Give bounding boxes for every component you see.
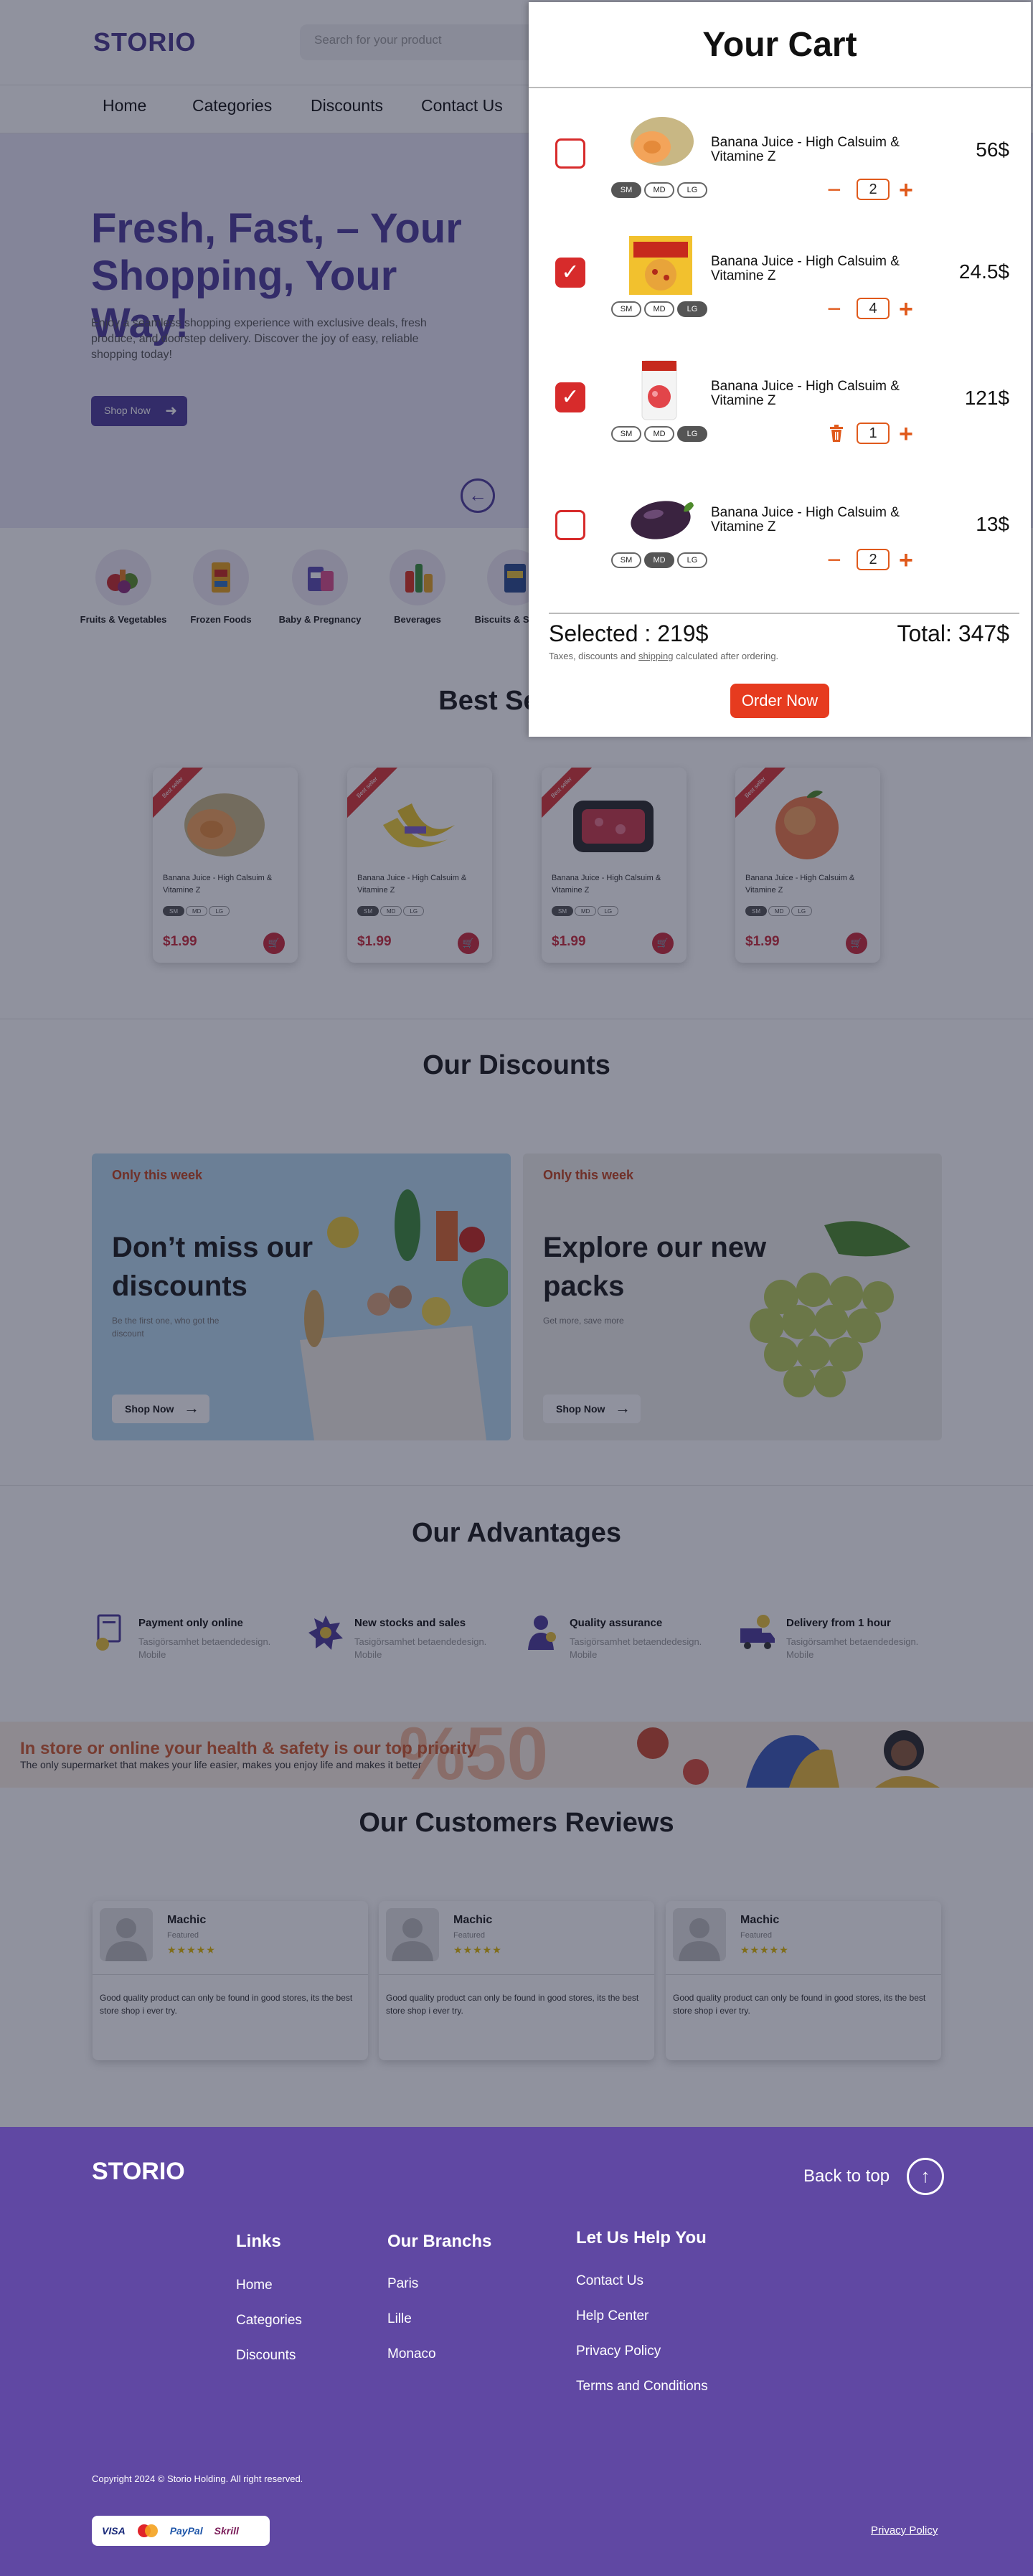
footer-links-title: Links	[236, 2232, 281, 2251]
size-md[interactable]: MD	[644, 301, 674, 317]
divider	[529, 87, 1031, 88]
size-lg[interactable]: LG	[677, 426, 707, 442]
size-lg[interactable]: LG	[677, 301, 707, 317]
cart-item-checkbox[interactable]: ✓	[555, 382, 585, 412]
footer-branches-title: Our Branchs	[387, 2232, 492, 2251]
cart-item-checkbox[interactable]	[555, 138, 585, 169]
cart-item-total: 121$	[964, 387, 1009, 409]
size-md[interactable]: MD	[644, 552, 674, 568]
site-footer	[0, 2127, 1033, 2576]
page: STORIO Search for your product Home Cate…	[0, 0, 1033, 2576]
copyright-text: Copyright 2024 © Storio Holding. All rig…	[92, 2473, 303, 2484]
size-lg[interactable]: LG	[677, 182, 707, 198]
cart-item-name: Banana Juice - High Calsuim & Vitamine Z	[711, 254, 900, 283]
payment-methods: VISA PayPal Skrill	[92, 2516, 270, 2546]
quantity-input[interactable]: 1	[857, 423, 890, 444]
cart-item-total: 24.5$	[958, 260, 1009, 283]
quantity-input[interactable]: 2	[857, 549, 890, 570]
mastercard-icon	[137, 2524, 158, 2537]
footer-link-discounts[interactable]: Discounts	[236, 2348, 296, 2364]
footer-branch-lille[interactable]: Lille	[387, 2311, 412, 2327]
order-now-button[interactable]: Order Now	[730, 684, 829, 718]
footer-help-title: Let Us Help You	[576, 2228, 707, 2247]
arrow-up-icon[interactable]: ↑	[907, 2158, 944, 2195]
footer-help-contact[interactable]: Contact Us	[576, 2273, 643, 2289]
pizza-box-image	[629, 236, 692, 295]
increase-quantity-button[interactable]: +	[899, 422, 913, 446]
increase-quantity-button[interactable]: +	[899, 178, 913, 202]
cart-item-total: 56$	[976, 138, 1009, 161]
size-sm[interactable]: SM	[611, 552, 641, 568]
cart-note: Taxes, discounts and shipping calculated…	[549, 651, 778, 661]
selected-total: Selected : 219$	[549, 621, 709, 646]
check-icon: ✓	[561, 385, 580, 409]
check-icon: ✓	[561, 260, 580, 284]
size-md[interactable]: MD	[644, 426, 674, 442]
footer-logo[interactable]: STORIO	[92, 2158, 185, 2186]
footer-help-center[interactable]: Help Center	[576, 2308, 648, 2324]
size-sm[interactable]: SM	[611, 182, 641, 198]
size-md[interactable]: MD	[644, 182, 674, 198]
footer-help-privacy[interactable]: Privacy Policy	[576, 2344, 661, 2359]
paypal-icon: PayPal	[169, 2525, 203, 2537]
shipping-link[interactable]: shipping	[638, 651, 673, 661]
cart-item-checkbox[interactable]	[555, 510, 585, 540]
divider	[549, 613, 1019, 614]
cart-panel: Your Cart Banana Juice - High Calsuim & …	[529, 2, 1031, 737]
size-selector: SM MD LG	[611, 182, 710, 198]
cart-item-name: Banana Juice - High Calsuim & Vitamine Z	[711, 135, 900, 164]
quantity-input[interactable]: 4	[857, 298, 890, 319]
footer-link-categories[interactable]: Categories	[236, 2313, 302, 2329]
cart-title: Your Cart	[702, 26, 857, 64]
cart-item-checkbox[interactable]: ✓	[555, 258, 585, 288]
tomato-can-image	[641, 360, 677, 420]
decrease-quantity-button[interactable]: −	[827, 297, 841, 321]
footer-link-home[interactable]: Home	[236, 2278, 273, 2293]
footer-branch-paris[interactable]: Paris	[387, 2276, 418, 2292]
trash-icon[interactable]	[829, 424, 844, 443]
size-sm[interactable]: SM	[611, 426, 641, 442]
melon-image	[631, 117, 694, 166]
increase-quantity-button[interactable]: +	[899, 548, 913, 572]
footer-branch-monaco[interactable]: Monaco	[387, 2346, 436, 2362]
eggplant-image	[631, 501, 694, 539]
cart-item-name: Banana Juice - High Calsuim & Vitamine Z	[711, 379, 900, 408]
size-selector: SM MD LG	[611, 301, 710, 317]
quantity-input[interactable]: 2	[857, 179, 890, 200]
decrease-quantity-button[interactable]: −	[827, 178, 841, 202]
cart-item-total: 13$	[976, 513, 1009, 535]
size-selector: SM MD LG	[611, 426, 710, 442]
increase-quantity-button[interactable]: +	[899, 297, 913, 321]
size-sm[interactable]: SM	[611, 301, 641, 317]
note-text: calculated after ordering.	[673, 651, 779, 661]
size-lg[interactable]: LG	[677, 552, 707, 568]
footer-help-terms[interactable]: Terms and Conditions	[576, 2379, 708, 2395]
cart-item-name: Banana Juice - High Calsuim & Vitamine Z	[711, 505, 900, 534]
visa-icon: VISA	[102, 2525, 126, 2537]
size-selector: SM MD LG	[611, 552, 710, 568]
decrease-quantity-button[interactable]: −	[827, 548, 841, 572]
back-to-top-link[interactable]: Back to top	[803, 2166, 890, 2186]
skrill-icon: Skrill	[214, 2525, 239, 2537]
cart-total: Total: 347$	[897, 621, 1009, 646]
footer-privacy-link[interactable]: Privacy Policy	[871, 2524, 938, 2537]
note-text: Taxes, discounts and	[549, 651, 639, 661]
